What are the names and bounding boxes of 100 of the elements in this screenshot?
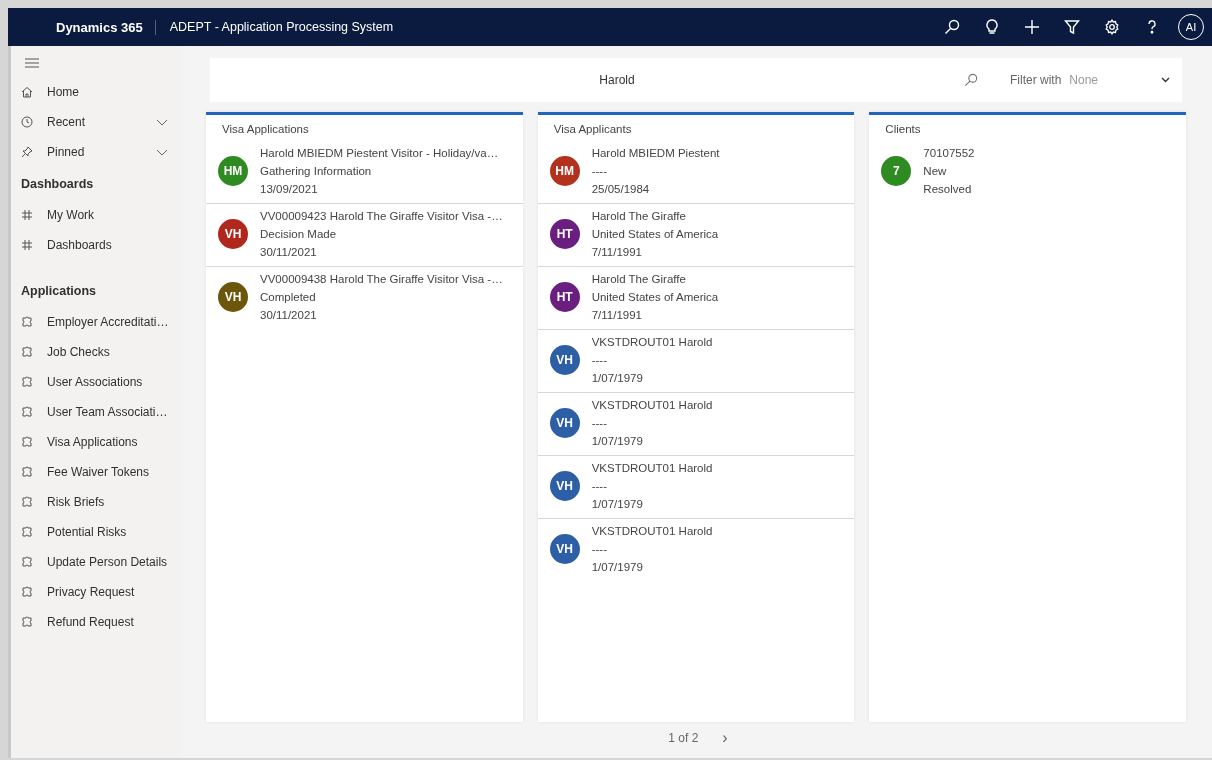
record-detail: 1/07/1979 <box>591 434 644 449</box>
record-title: VKSTDROUT01 Harold <box>591 335 713 350</box>
column-heading: Visa Applications <box>221 122 310 137</box>
plus-icon <box>1024 19 1040 35</box>
record-detail: 7/11/1991 <box>591 245 643 260</box>
page-indicator: 1 of 2 <box>667 730 700 747</box>
initials-avatar: VH <box>549 345 580 375</box>
record-title: Harold The Giraffe <box>591 209 687 224</box>
puzzle-icon <box>21 556 33 568</box>
nav-item[interactable]: Fee Waiver Tokens <box>11 457 180 487</box>
chevron-down-icon <box>156 118 168 126</box>
pin-icon <box>21 146 33 158</box>
filter-label: Filter with <box>1010 73 1062 87</box>
record-title: VKSTDROUT01 Harold <box>591 524 713 539</box>
nav-item[interactable]: Dashboards <box>11 230 180 260</box>
initials-avatar: HT <box>549 219 580 249</box>
nav-item[interactable]: Refund Request <box>11 607 180 637</box>
grid-icon <box>21 239 33 251</box>
settings-icon <box>1104 19 1120 35</box>
record-title: VV00009423 Harold The Giraffe Visitor Visa -… <box>260 209 503 224</box>
lightbulb-icon <box>985 19 999 35</box>
filter-icon <box>1064 19 1080 35</box>
result-card[interactable]: VH VKSTDROUT01 Harold ---- 1/07/1979 <box>537 519 855 581</box>
record-detail: Decision Made <box>260 227 338 242</box>
column-heading: Visa Applicants <box>552 122 633 137</box>
column-heading: Clients <box>884 122 922 137</box>
record-detail: ---- <box>591 416 608 431</box>
nav-item[interactable]: Visa Applications <box>11 427 180 457</box>
record-detail: Resolved <box>923 182 973 197</box>
search-field[interactable]: Harold <box>210 58 964 102</box>
initials-avatar: VH <box>549 408 580 438</box>
section-heading: Dashboards <box>20 175 95 193</box>
chevron-down-icon <box>156 148 168 156</box>
record-title: VV00009438 Harold The Giraffe Visitor Visa -… <box>260 272 503 287</box>
record-title: Harold MBIEDM Piestent Visitor - Holiday/va… <box>260 146 499 161</box>
nav-item[interactable]: Risk Briefs <box>11 487 180 517</box>
record-title: 70107552 <box>923 146 975 161</box>
record-title: VKSTDROUT01 Harold <box>591 398 713 413</box>
result-card[interactable]: VH VV00009438 Harold The Giraffe Visitor Visa -… Completed 30/11/2021 <box>206 267 523 329</box>
nav-item[interactable]: Employer Accreditati… <box>11 307 180 337</box>
record-detail: Completed <box>260 290 317 305</box>
initials-avatar: HT <box>549 282 580 312</box>
initials-avatar: VH <box>218 282 248 312</box>
initials-avatar: VH <box>549 471 580 501</box>
clock-icon <box>21 116 33 128</box>
puzzle-icon <box>21 616 33 628</box>
grid-icon <box>21 209 33 221</box>
record-detail: Gathering Information <box>260 164 373 179</box>
record-detail: ---- <box>591 542 608 557</box>
nav-item[interactable]: User Associations <box>11 367 180 397</box>
record-title: VKSTDROUT01 Harold <box>591 461 713 476</box>
nav-item[interactable]: Pinned <box>11 137 180 167</box>
record-detail: ---- <box>591 164 608 179</box>
result-card[interactable]: HM Harold MBIEDM Piestent ---- 25/05/1984 <box>537 141 855 204</box>
nav-item[interactable]: Home <box>11 77 180 107</box>
result-card[interactable]: VH VKSTDROUT01 Harold ---- 1/07/1979 <box>537 456 855 519</box>
nav-item[interactable]: Recent <box>11 107 180 137</box>
puzzle-icon <box>21 376 33 388</box>
initials-avatar: 7 <box>881 156 912 186</box>
nav-item[interactable]: Potential Risks <box>11 517 180 547</box>
search-bar[interactable]: Harold Filter with None <box>210 58 1182 102</box>
record-detail: United States of America <box>591 290 719 305</box>
initials-avatar: VH <box>218 219 248 249</box>
nav-item[interactable]: User Team Associati… <box>11 397 180 427</box>
help-icon <box>1146 19 1158 35</box>
search-icon <box>964 73 978 87</box>
result-card[interactable]: HM Harold MBIEDM Piestent Visitor - Holiday/va… Gathering Information 13/09/2021 <box>206 141 523 204</box>
result-card[interactable]: VH VV00009423 Harold The Giraffe Visitor Visa -… Decision Made 30/11/2021 <box>206 204 523 267</box>
puzzle-icon <box>21 316 33 328</box>
home-icon <box>21 86 33 98</box>
chevron-down-icon <box>1161 77 1170 83</box>
brand-name[interactable]: Dynamics 365 <box>56 19 156 35</box>
result-card[interactable]: 7 70107552 New Resolved <box>869 141 1186 203</box>
record-detail: 13/09/2021 <box>260 182 319 197</box>
puzzle-icon <box>21 436 33 448</box>
record-detail: 30/11/2021 <box>260 245 318 260</box>
initials-avatar: VH <box>549 534 580 564</box>
puzzle-icon <box>21 526 33 538</box>
result-card[interactable]: VH VKSTDROUT01 Harold ---- 1/07/1979 <box>537 330 855 393</box>
record-detail: 1/07/1979 <box>591 497 644 512</box>
record-title: Harold MBIEDM Piestent <box>591 146 720 161</box>
nav-item[interactable]: Privacy Request <box>11 577 180 607</box>
search-icon <box>944 19 960 35</box>
result-card[interactable]: HT Harold The Giraffe United States of America 7/11/1991 <box>537 267 855 330</box>
nav-item[interactable]: My Work <box>11 200 180 230</box>
initials-avatar: HM <box>549 156 580 186</box>
result-card[interactable]: VH VKSTDROUT01 Harold ---- 1/07/1979 <box>537 393 855 456</box>
record-detail: United States of America <box>591 227 719 242</box>
record-detail: 30/11/2021 <box>260 308 318 323</box>
next-page-button[interactable]: › <box>716 727 734 749</box>
nav-item[interactable]: Job Checks <box>11 337 180 367</box>
app-title: ADEPT - Application Processing System <box>169 20 395 34</box>
record-detail: New <box>923 164 948 179</box>
record-title: Harold The Giraffe <box>591 272 687 287</box>
record-detail: 25/05/1984 <box>591 182 651 197</box>
record-detail: ---- <box>591 353 608 368</box>
initials-avatar: HM <box>218 156 248 186</box>
record-detail: 1/07/1979 <box>591 560 644 575</box>
result-card[interactable]: HT Harold The Giraffe United States of America 7/11/1991 <box>537 204 855 267</box>
nav-item[interactable]: Update Person Details <box>11 547 180 577</box>
